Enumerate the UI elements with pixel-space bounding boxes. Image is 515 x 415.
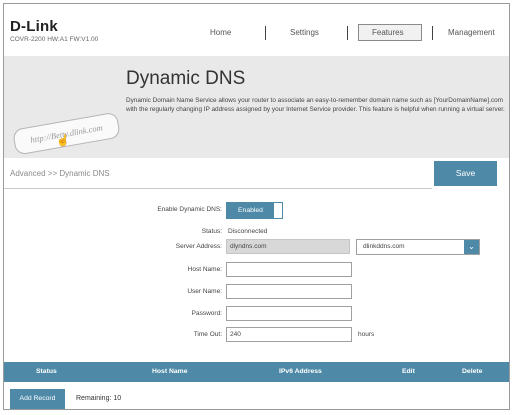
column-host-name: Host Name bbox=[152, 368, 188, 375]
page-title: Dynamic DNS bbox=[126, 68, 246, 89]
timeout-input[interactable]: 240 bbox=[226, 327, 352, 342]
model-info: COVR-2200 HW:A1 FW:V1.00 bbox=[10, 36, 99, 43]
page-description: Dynamic Domain Name Service allows your … bbox=[126, 97, 505, 113]
add-record-button[interactable]: Add Record bbox=[10, 389, 65, 409]
nav-divider bbox=[265, 26, 266, 40]
user-name-label: User Name: bbox=[187, 288, 222, 295]
timeout-label: Time Out: bbox=[193, 331, 222, 338]
dlink-logo: D-Link bbox=[10, 18, 58, 35]
nav-home[interactable]: Home bbox=[210, 28, 231, 37]
nav-divider bbox=[347, 26, 348, 40]
top-header: D-Link COVR-2200 HW:A1 FW:V1.00 Home Set… bbox=[4, 4, 509, 56]
records-table-header: Status Host Name IPv6 Address Edit Delet… bbox=[4, 362, 509, 382]
server-address-option: dlinkddns.com bbox=[363, 243, 405, 250]
nav-settings[interactable]: Settings bbox=[290, 28, 319, 37]
router-admin-window: D-Link COVR-2200 HW:A1 FW:V1.00 Home Set… bbox=[3, 3, 510, 410]
timeout-unit: hours bbox=[358, 331, 375, 338]
status-label: Status: bbox=[201, 228, 222, 235]
save-button[interactable]: Save bbox=[434, 161, 497, 186]
status-value: Disconnected bbox=[228, 228, 268, 235]
enable-ddns-label: Enable Dynamic DNS: bbox=[157, 206, 222, 213]
nav-divider bbox=[432, 26, 433, 40]
column-edit: Edit bbox=[402, 368, 415, 375]
server-address-field: dlyndns.com bbox=[226, 239, 350, 254]
chevron-down-icon[interactable]: ⌄ bbox=[464, 240, 479, 254]
server-address-select[interactable]: dlinkddns.com ⌄ bbox=[356, 239, 480, 255]
password-input[interactable] bbox=[226, 306, 352, 321]
host-name-input[interactable] bbox=[226, 262, 352, 277]
nav-management[interactable]: Management bbox=[448, 28, 495, 37]
column-status: Status bbox=[36, 368, 57, 375]
column-delete: Delete bbox=[462, 368, 483, 375]
server-address-label: Server Address: bbox=[175, 243, 222, 250]
column-ipv6-address: IPv6 Address bbox=[279, 368, 322, 375]
password-label: Password: bbox=[191, 310, 222, 317]
remaining-count: Remaining: 10 bbox=[76, 395, 122, 402]
breadcrumb-divider bbox=[4, 188, 432, 189]
host-name-label: Host Name: bbox=[187, 266, 222, 273]
hand-cursor-icon: ☝ bbox=[56, 135, 70, 147]
toggle-state: Enabled bbox=[227, 203, 274, 218]
nav-features[interactable]: Features bbox=[372, 28, 404, 37]
enable-ddns-toggle[interactable]: Enabled bbox=[226, 202, 283, 219]
breadcrumb: Advanced >> Dynamic DNS bbox=[10, 169, 110, 178]
user-name-input[interactable] bbox=[226, 284, 352, 299]
